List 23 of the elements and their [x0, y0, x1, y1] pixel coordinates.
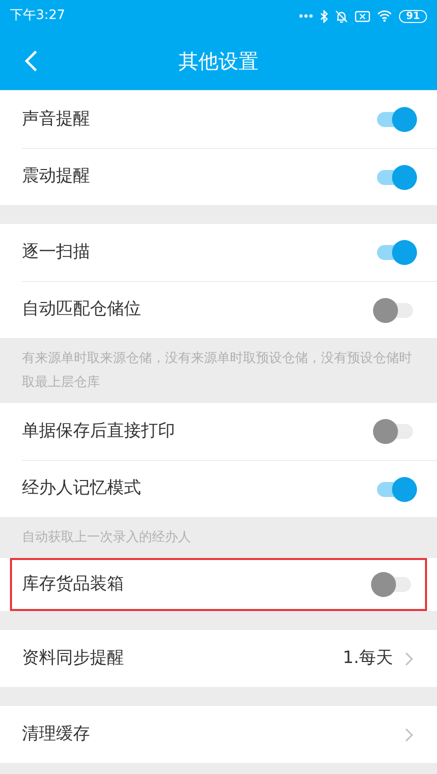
hint-text: 有来源单时取来源仓储，没有来源单时取预设仓储，没有预设仓储时取最上层仓库: [22, 351, 412, 390]
more-dots-icon: [299, 14, 314, 18]
bell-muted-icon: [335, 10, 348, 22]
chevron-right-icon[interactable]: [405, 728, 413, 742]
page-title: 其他设置: [178, 48, 258, 75]
setting-label: 单据保存后直接打印: [22, 420, 175, 443]
setting-label: 库存货品装箱: [22, 572, 124, 596]
wifi-icon: [377, 10, 392, 22]
setting-label: 经办人记忆模式: [22, 477, 141, 500]
setting-value: 1.每天: [342, 646, 393, 670]
setting-label: 清理缓存: [22, 722, 90, 746]
setting-label: 震动提醒: [22, 165, 90, 188]
battery-indicator: 91: [399, 10, 427, 22]
back-icon[interactable]: [24, 50, 38, 72]
status-time: 下午3:27: [10, 7, 66, 26]
setting-label: 逐一扫描: [22, 240, 90, 264]
setting-label: 资料同步提醒: [22, 646, 124, 670]
chevron-right-icon[interactable]: [405, 652, 413, 666]
sim-x-icon: [355, 10, 370, 22]
setting-label: 声音提醒: [22, 108, 90, 131]
bluetooth-icon: [320, 10, 328, 22]
setting-label: 自动匹配仓储位: [22, 298, 141, 322]
hint-text: 自动获取上一次录入的经办人: [22, 530, 191, 545]
